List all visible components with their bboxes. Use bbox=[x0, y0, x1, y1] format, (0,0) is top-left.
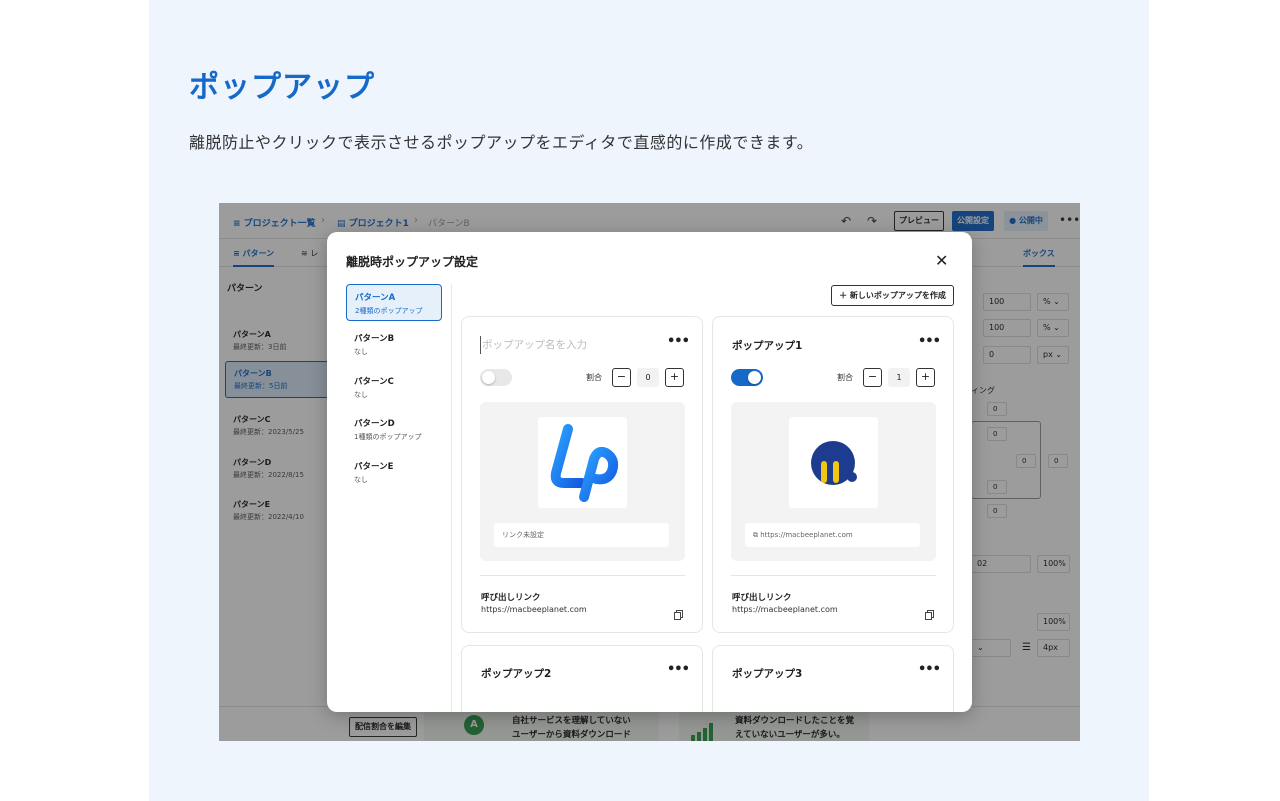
pattern-desc: なし bbox=[354, 348, 368, 356]
toggle-knob bbox=[482, 371, 495, 384]
more-icon[interactable]: ••• bbox=[667, 334, 690, 349]
ratio-value[interactable]: 0 bbox=[637, 368, 659, 387]
link-field[interactable]: リンク未設定 bbox=[494, 523, 669, 547]
more-icon[interactable]: ••• bbox=[918, 662, 941, 677]
modal-pattern-e[interactable]: パターンE なし bbox=[346, 454, 442, 491]
call-link-title: 呼び出しリンク bbox=[481, 593, 541, 603]
pattern-desc: なし bbox=[354, 476, 368, 484]
popup-name: ポップアップ1 bbox=[732, 340, 803, 352]
lp-logo-icon bbox=[538, 417, 627, 508]
popup-card: ••• 割合 − 0 + リンク未設定 呼び bbox=[461, 316, 703, 633]
popup-card: ポップアップ2 ••• bbox=[461, 645, 703, 712]
pattern-desc: なし bbox=[354, 391, 368, 399]
pattern-name: パターンE bbox=[354, 462, 394, 472]
pattern-name: パターンA bbox=[355, 293, 396, 303]
ratio-plus-button[interactable]: + bbox=[916, 368, 935, 387]
pattern-name: パターンD bbox=[354, 419, 395, 429]
section-description: 離脱防止やクリックで表示させるポップアップをエディタで直感的に作成できます。 bbox=[189, 133, 814, 152]
pattern-name: パターンC bbox=[354, 377, 394, 387]
ratio-label: 割合 bbox=[837, 373, 853, 382]
popup-card: ポップアップ1 ••• 割合 − 1 + ⧉ https://macbeepla… bbox=[712, 316, 954, 633]
more-icon[interactable]: ••• bbox=[667, 662, 690, 677]
pattern-desc: 2種類のポップアップ bbox=[355, 307, 423, 315]
pattern-name: パターンB bbox=[354, 334, 395, 344]
card-divider bbox=[480, 575, 685, 576]
popup-name-input[interactable] bbox=[480, 336, 640, 354]
popup-toggle[interactable] bbox=[480, 369, 512, 386]
ratio-value[interactable]: 1 bbox=[888, 368, 910, 387]
modal-pattern-b[interactable]: パターンB なし bbox=[346, 326, 442, 363]
link-field-text: https://macbeeplanet.com bbox=[760, 531, 853, 539]
more-icon[interactable]: ••• bbox=[918, 334, 941, 349]
pattern-desc: 1種類のポップアップ bbox=[354, 433, 422, 441]
ratio-minus-button[interactable]: − bbox=[863, 368, 882, 387]
ratio-minus-button[interactable]: − bbox=[612, 368, 631, 387]
ratio-plus-button[interactable]: + bbox=[665, 368, 684, 387]
copy-icon[interactable] bbox=[925, 605, 934, 620]
macbee-logo-icon bbox=[789, 417, 878, 508]
section-title: ポップアップ bbox=[189, 70, 375, 105]
modal-pattern-d[interactable]: パターンD 1種類のポップアップ bbox=[346, 411, 442, 448]
call-link-title: 呼び出しリンク bbox=[732, 593, 792, 603]
popup-preview[interactable]: リンク未設定 bbox=[480, 402, 685, 561]
popup-card: ポップアップ3 ••• bbox=[712, 645, 954, 712]
close-icon[interactable]: ✕ bbox=[935, 251, 948, 270]
modal-divider bbox=[451, 284, 452, 712]
call-link-url: https://macbeeplanet.com bbox=[481, 605, 587, 614]
modal-pattern-c[interactable]: パターンC なし bbox=[346, 369, 442, 406]
popup-name: ポップアップ2 bbox=[481, 668, 552, 680]
modal-pattern-a[interactable]: パターンA 2種類のポップアップ bbox=[346, 284, 442, 321]
popup-preview[interactable]: ⧉ https://macbeeplanet.com bbox=[731, 402, 936, 561]
copy-icon[interactable] bbox=[674, 605, 683, 620]
exit-popup-settings-modal: 離脱時ポップアップ設定 ✕ パターンA 2種類のポップアップ パターンB なし … bbox=[327, 232, 972, 712]
card-divider bbox=[731, 575, 936, 576]
call-link-url: https://macbeeplanet.com bbox=[732, 605, 838, 614]
modal-title: 離脱時ポップアップ設定 bbox=[346, 255, 479, 269]
ratio-label: 割合 bbox=[586, 373, 602, 382]
popup-name: ポップアップ3 bbox=[732, 668, 803, 680]
create-popup-button[interactable]: ＋ 新しいポップアップを作成 bbox=[831, 285, 954, 306]
link-field[interactable]: ⧉ https://macbeeplanet.com bbox=[745, 523, 920, 547]
popup-toggle[interactable] bbox=[731, 369, 763, 386]
toggle-knob bbox=[748, 371, 761, 384]
